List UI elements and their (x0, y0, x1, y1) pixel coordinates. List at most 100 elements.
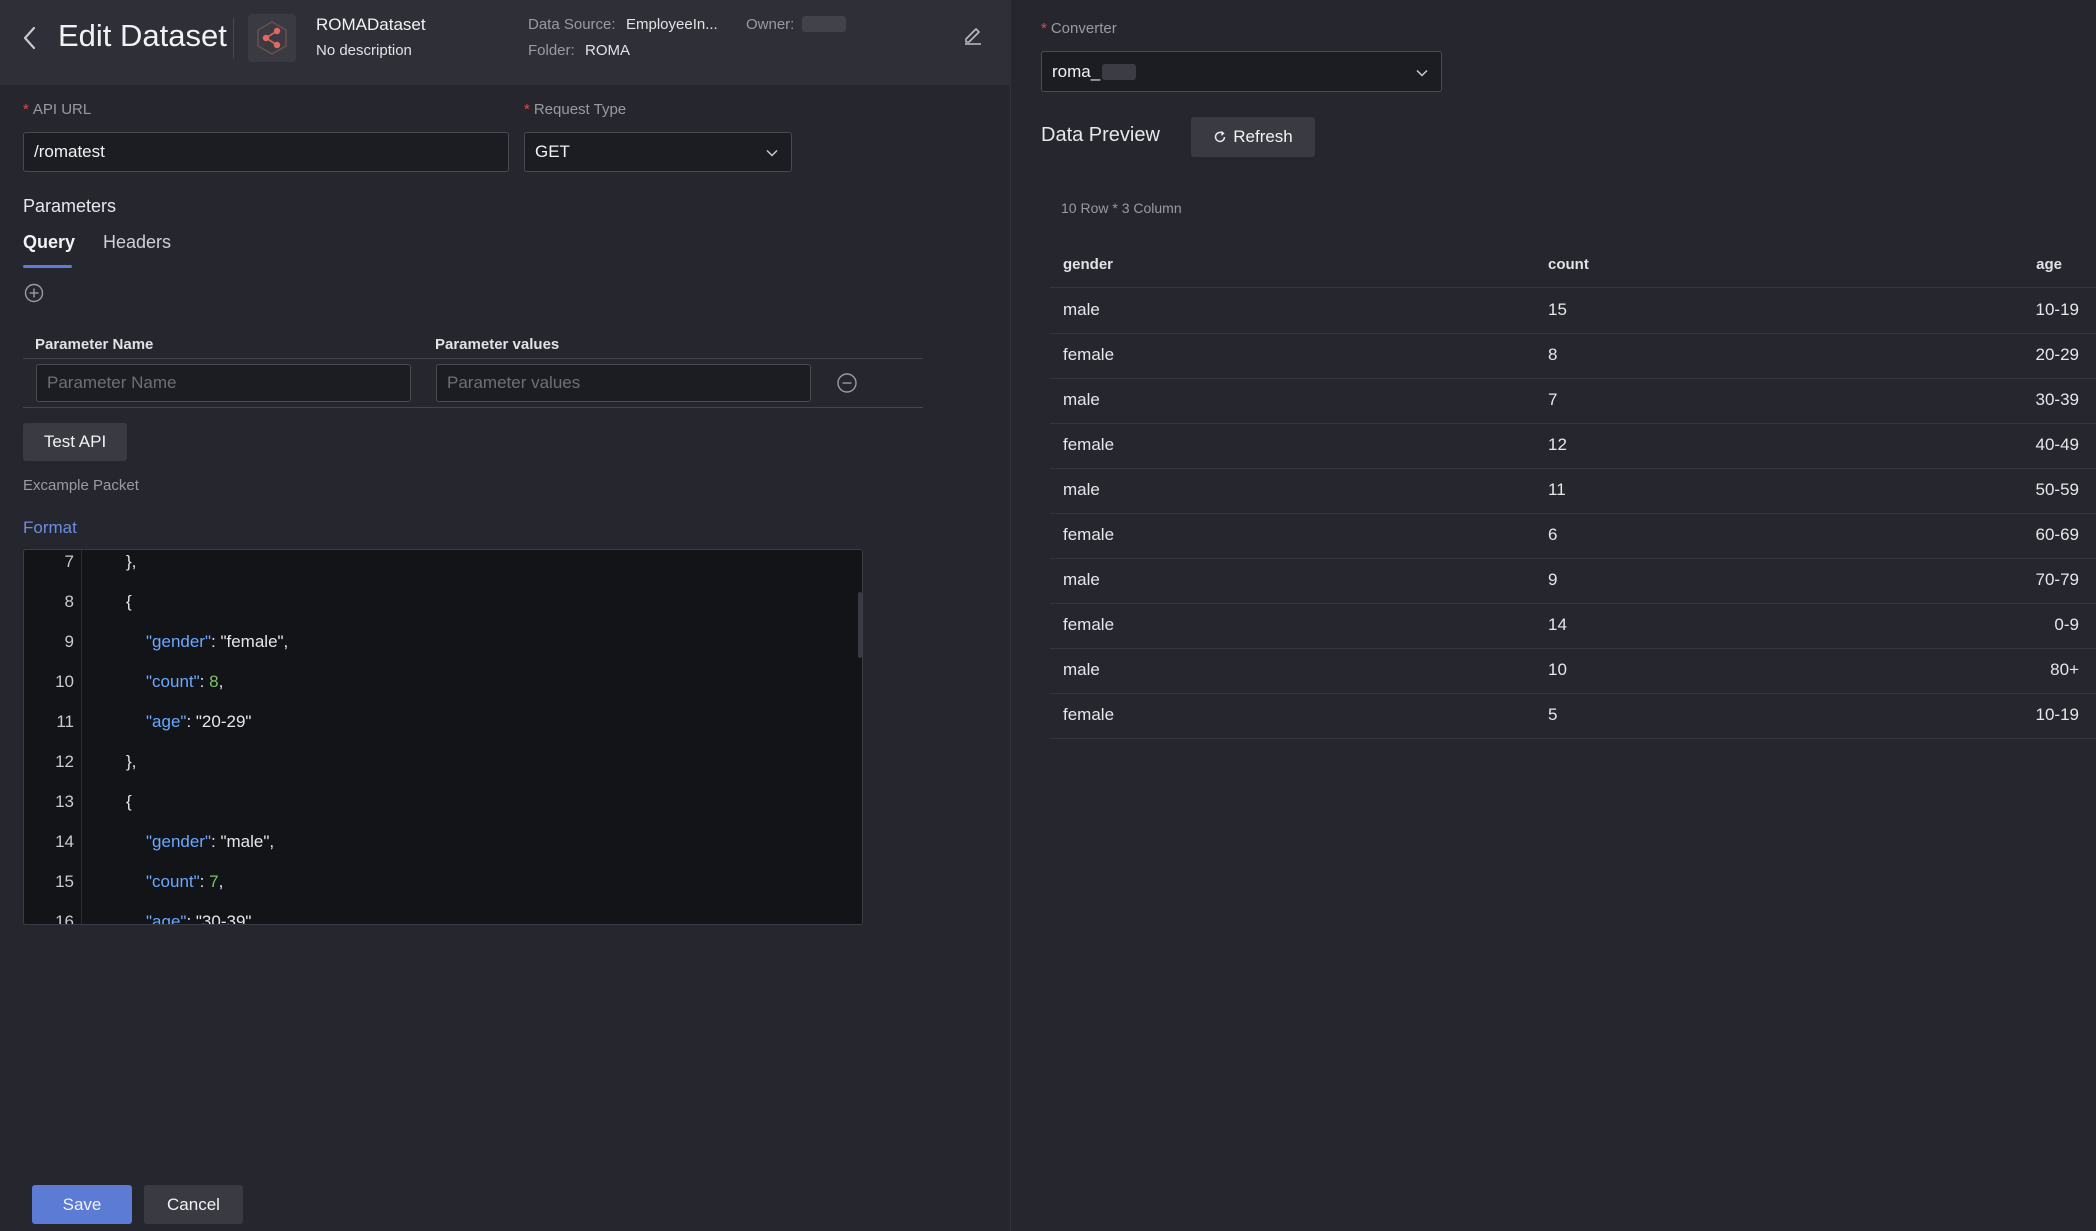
data-preview-title: Data Preview (1041, 124, 1160, 146)
cell-gender: female (1063, 705, 1115, 724)
dataset-header: Edit Dataset ROMADataset No description … (0, 0, 1011, 85)
cell-count: 12 (1548, 435, 1567, 454)
column-header-count: count (1548, 256, 1589, 273)
cell-gender: male (1063, 570, 1100, 589)
param-table-bottom (23, 407, 923, 408)
pencil-icon[interactable] (961, 22, 985, 46)
cell-age: 10-19 (2035, 300, 2079, 319)
cell-count: 10 (1548, 660, 1567, 679)
cell-gender: female (1063, 345, 1115, 364)
code-line: 11 "age": "20-29" (24, 712, 862, 752)
owner-label: Owner: (746, 16, 795, 33)
cell-age: 50-59 (2035, 480, 2079, 499)
cell-gender: male (1063, 660, 1100, 679)
parameters-title: Parameters (23, 196, 117, 216)
code-editor[interactable]: 7}, 8{9 "gender": "female", 10 "count": 8, 11… (23, 549, 863, 925)
code-line: 14 "gender": "male", (24, 832, 862, 872)
line-number: 11 (56, 712, 74, 731)
code-text: "age": "30-39", (146, 912, 257, 925)
code-line: 9 "gender": "female", (24, 632, 862, 672)
param-name-input[interactable] (36, 364, 411, 402)
code-text: "gender": "female", (146, 632, 289, 651)
cell-age: 10-19 (2035, 705, 2079, 724)
test-api-button[interactable]: Test API (23, 423, 127, 461)
header-divider (233, 18, 234, 58)
param-name-header: Parameter Name (35, 336, 154, 353)
chevron-down-icon (765, 145, 779, 159)
row-divider (1050, 423, 2096, 424)
example-packet-label: Excample Packet (23, 477, 139, 494)
converter-label: * Converter (1041, 20, 1117, 37)
code-text: { (126, 792, 132, 811)
refresh-button[interactable]: Refresh (1191, 117, 1315, 157)
cell-count: 15 (1548, 300, 1567, 319)
line-number: 10 (55, 672, 74, 691)
cell-age: 20-29 (2035, 345, 2079, 364)
cell-age: 70-79 (2035, 570, 2079, 589)
code-line: 15 "count": 7, (24, 872, 862, 912)
cell-count: 6 (1548, 525, 1558, 544)
row-divider (1050, 378, 2096, 379)
plus-circle-icon[interactable] (24, 283, 44, 303)
dataset-icon (248, 14, 296, 62)
code-line: 7}, (24, 552, 862, 592)
column-header-gender: gender (1063, 256, 1114, 273)
request-type-select[interactable]: GET (524, 132, 792, 172)
cell-count: 11 (1548, 480, 1566, 499)
code-line: 12}, (24, 752, 862, 792)
active-tab-indicator (23, 265, 72, 268)
api-url-input[interactable]: /romatest (23, 132, 509, 172)
cell-age: 0-9 (2054, 615, 2079, 634)
tab-query[interactable]: Query (23, 232, 75, 253)
row-divider (1050, 648, 2096, 649)
folder-label: Folder: (528, 42, 575, 59)
cell-age: 60-69 (2035, 525, 2079, 544)
code-text: { (126, 592, 132, 611)
cell-gender: female (1063, 435, 1115, 454)
code-text: }, (126, 552, 137, 571)
format-link[interactable]: Format (23, 518, 77, 538)
folder-value: ROMA (585, 42, 630, 59)
row-divider (1050, 603, 2096, 604)
row-divider (1050, 558, 2096, 559)
editor-scrollbar[interactable] (858, 592, 862, 658)
row-divider (1050, 738, 2096, 739)
param-table-divider (23, 358, 923, 359)
param-values-input[interactable] (436, 364, 811, 402)
cancel-button[interactable]: Cancel (144, 1185, 243, 1224)
cell-age: 80+ (2050, 660, 2079, 679)
code-text: "gender": "male", (146, 832, 275, 851)
cell-gender: male (1063, 300, 1100, 319)
param-values-header: Parameter values (435, 336, 560, 353)
row-divider (1050, 513, 2096, 514)
converter-select[interactable]: roma_ (1041, 51, 1442, 92)
code-line: 8{ (24, 592, 862, 632)
data-source-label: Data Source: (528, 16, 616, 33)
cell-gender: female (1063, 525, 1115, 544)
row-divider (1050, 693, 2096, 694)
code-line: 13 { (24, 792, 862, 832)
tab-headers[interactable]: Headers (103, 232, 171, 253)
save-button[interactable]: Save (32, 1185, 132, 1224)
cell-count: 8 (1548, 345, 1558, 364)
cell-count: 14 (1548, 615, 1567, 634)
back-icon[interactable] (18, 24, 42, 52)
code-text: "count": 7, (146, 872, 224, 891)
edit-panel: Edit Dataset ROMADataset No description … (0, 0, 1011, 1231)
cell-age: 30-39 (2035, 390, 2079, 409)
converter-value-redacted (1102, 63, 1137, 80)
row-divider (1050, 468, 2096, 469)
api-url-label: * API URL (23, 101, 92, 118)
line-number: 8 (64, 592, 74, 611)
line-number: 13 (55, 792, 74, 811)
line-number: 16 (55, 912, 74, 925)
line-number: 15 (55, 872, 74, 891)
code-line: 16 "age": "30-39", (24, 912, 862, 925)
chevron-down-icon (1415, 65, 1429, 79)
request-type-label: * Request Type (524, 101, 627, 118)
row-divider (1050, 333, 2096, 334)
minus-circle-icon[interactable] (836, 372, 858, 394)
code-text: }, (126, 752, 137, 771)
refresh-icon (1213, 130, 1227, 144)
cell-gender: female (1063, 615, 1115, 634)
